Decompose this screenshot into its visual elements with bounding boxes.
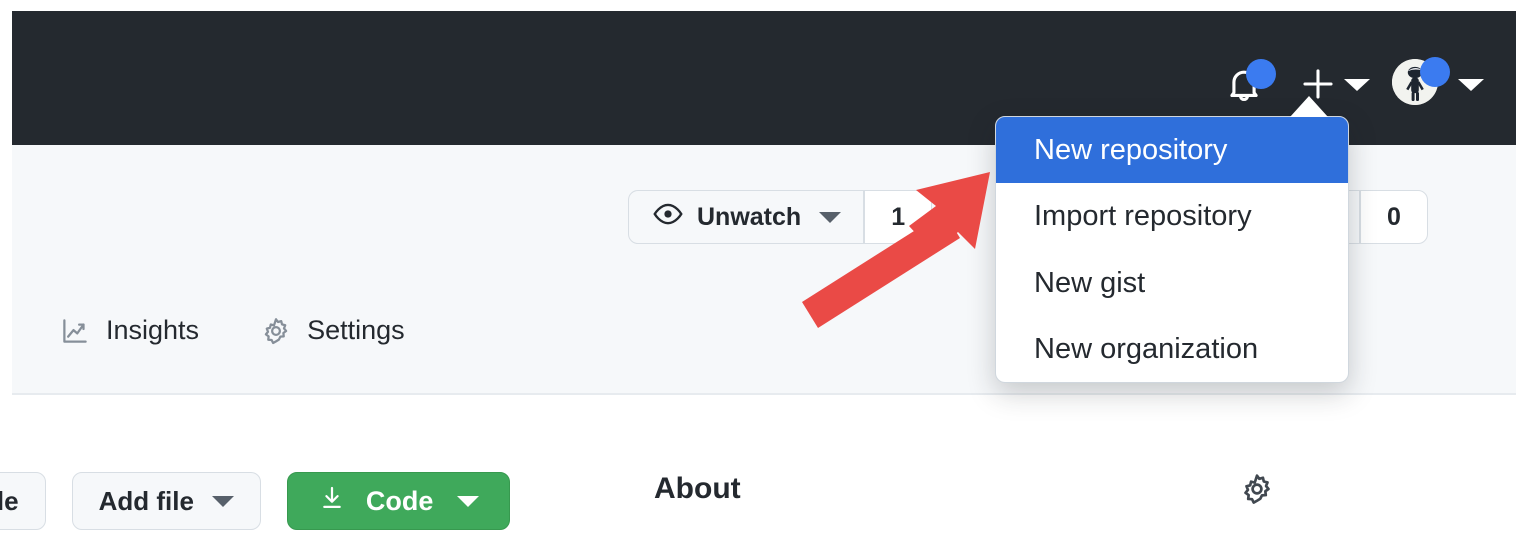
menu-item-new-organization[interactable]: New organization [996, 316, 1348, 382]
download-icon [318, 484, 346, 519]
nav-item-insights[interactable]: Insights [60, 315, 199, 346]
watch-button-group[interactable]: Unwatch 1 [628, 190, 933, 244]
go-to-file-label: file [0, 485, 19, 516]
menu-item-new-repository[interactable]: New repository [996, 117, 1348, 184]
unwatch-button[interactable]: Unwatch [628, 190, 865, 244]
chevron-down-icon [819, 211, 842, 223]
notifications-button[interactable] [1222, 59, 1276, 107]
about-settings-button[interactable] [1240, 472, 1274, 511]
chevron-down-icon [1344, 79, 1370, 91]
unwatch-label: Unwatch [697, 202, 802, 231]
watch-count[interactable]: 1 [864, 190, 933, 244]
nav-item-settings[interactable]: Settings [261, 315, 405, 346]
screenshot-root: Unwatch 1 0 Insights Settings le Add fil… [0, 0, 1528, 556]
add-file-button[interactable]: Add file [71, 472, 261, 530]
nav-item-label: Settings [307, 315, 405, 345]
nav-item-label: Insights [106, 315, 200, 345]
chevron-down-icon [211, 495, 234, 507]
gear-icon [261, 316, 291, 346]
about-heading: About [654, 472, 741, 505]
account-menu-button[interactable] [1392, 57, 1502, 109]
code-label: Code [365, 485, 434, 516]
menu-item-import-repository[interactable]: Import repository [996, 183, 1348, 249]
repo-nav: Insights Settings [60, 315, 405, 346]
create-new-menu: New repository Import repository New gis… [995, 116, 1349, 384]
menu-item-new-gist[interactable]: New gist [996, 250, 1348, 316]
add-file-label: Add file [98, 485, 194, 516]
graph-icon [60, 316, 90, 346]
code-button[interactable]: Code [286, 472, 511, 530]
fork-count[interactable]: 0 [1360, 190, 1428, 244]
account-status-dot [1420, 57, 1450, 87]
go-to-file-button[interactable]: file [0, 472, 46, 530]
chevron-down-icon [457, 495, 480, 507]
file-toolbar: file Add file Code [0, 472, 511, 530]
chevron-down-icon [1458, 79, 1484, 91]
eye-icon [653, 203, 683, 232]
notification-unread-dot [1246, 59, 1276, 89]
dropdown-caret-icon [1290, 96, 1328, 117]
